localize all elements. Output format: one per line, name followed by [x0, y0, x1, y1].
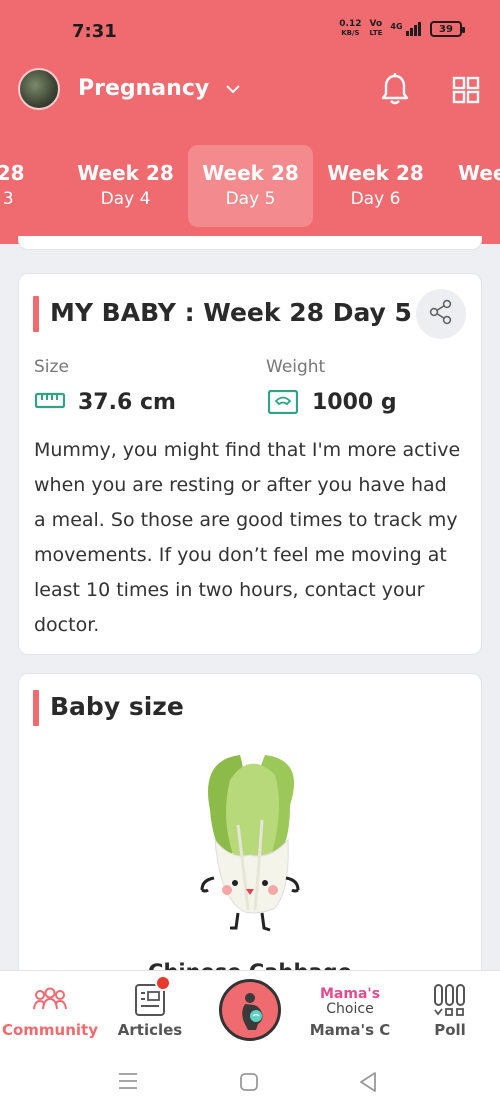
home-icon[interactable]	[239, 1072, 259, 1096]
pregnancy-icon	[236, 992, 266, 1034]
status-bar: 7:31 0.12 KB/S Vo LTE 4G 39	[0, 0, 500, 62]
scale-icon	[267, 389, 299, 418]
ruler-icon	[34, 392, 66, 414]
size-label: Size	[34, 357, 69, 377]
screen: 7:31 0.12 KB/S Vo LTE 4G 39 Pregnancy 28…	[0, 0, 500, 1111]
share-button[interactable]	[416, 289, 466, 339]
nav-articles[interactable]: Articles	[100, 971, 200, 1055]
tab-week28-day6[interactable]: Week 28 Day 6	[313, 145, 438, 227]
nav-community[interactable]: Community	[0, 971, 100, 1055]
tab-week28-day5[interactable]: Week 28 Day 5	[188, 145, 313, 227]
bottom-nav: Community Articles Mama's Choice Mama's …	[0, 970, 500, 1054]
network-speed: 0.12 KB/S	[339, 19, 362, 38]
baby-size-title: Baby size	[50, 692, 184, 721]
system-nav-bar	[0, 1054, 500, 1111]
tab-week28-day7[interactable]: Wee	[438, 145, 500, 227]
tab-week28-day4[interactable]: Week 28 Day 4	[63, 145, 188, 227]
nav-poll[interactable]: Poll	[400, 971, 500, 1055]
back-icon[interactable]	[358, 1071, 378, 1097]
top-bar: Pregnancy	[0, 62, 500, 118]
title-accent-bar	[33, 296, 39, 332]
page-title: Pregnancy	[78, 76, 210, 101]
battery-icon: 39	[430, 21, 465, 37]
title-accent-bar	[33, 690, 39, 726]
status-icons: 0.12 KB/S Vo LTE 4G 39	[339, 19, 465, 38]
header: 7:31 0.12 KB/S Vo LTE 4G 39 Pregnancy 28…	[0, 0, 500, 244]
weight-label: Weight	[266, 357, 326, 377]
card-peek	[18, 236, 482, 250]
grid-icon[interactable]	[452, 76, 480, 104]
chevron-down-icon	[225, 76, 241, 101]
tab-week28-day3[interactable]: k 28 y 3	[0, 145, 63, 227]
community-icon	[32, 987, 68, 1015]
mamas-choice-logo: Mama's Choice	[320, 986, 381, 1017]
notification-badge	[155, 975, 171, 991]
menu-icon[interactable]	[118, 1072, 138, 1094]
status-time: 7:31	[72, 21, 117, 42]
size-value: 37.6 cm	[78, 390, 176, 415]
baby-card-title: MY BABY : Week 28 Day 5	[50, 298, 412, 327]
baby-description: Mummy, you might find that I'm more acti…	[34, 439, 461, 636]
nav-mamas-choice[interactable]: Mama's Choice Mama's C	[300, 971, 400, 1055]
bell-icon[interactable]	[380, 72, 410, 106]
volte-indicator: Vo LTE	[369, 19, 383, 38]
cabbage-illustration	[190, 750, 310, 944]
signal-icon: 4G	[390, 22, 422, 36]
share-icon	[428, 299, 454, 329]
poll-icon	[433, 983, 467, 1021]
pregnancy-center-button[interactable]	[219, 979, 281, 1041]
pregnancy-selector[interactable]: Pregnancy	[78, 76, 241, 101]
avatar[interactable]	[18, 68, 60, 110]
weight-value: 1000 g	[312, 390, 397, 415]
week-day-tabs: k 28 y 3 Week 28 Day 4 Week 28 Day 5 Wee…	[0, 145, 500, 227]
